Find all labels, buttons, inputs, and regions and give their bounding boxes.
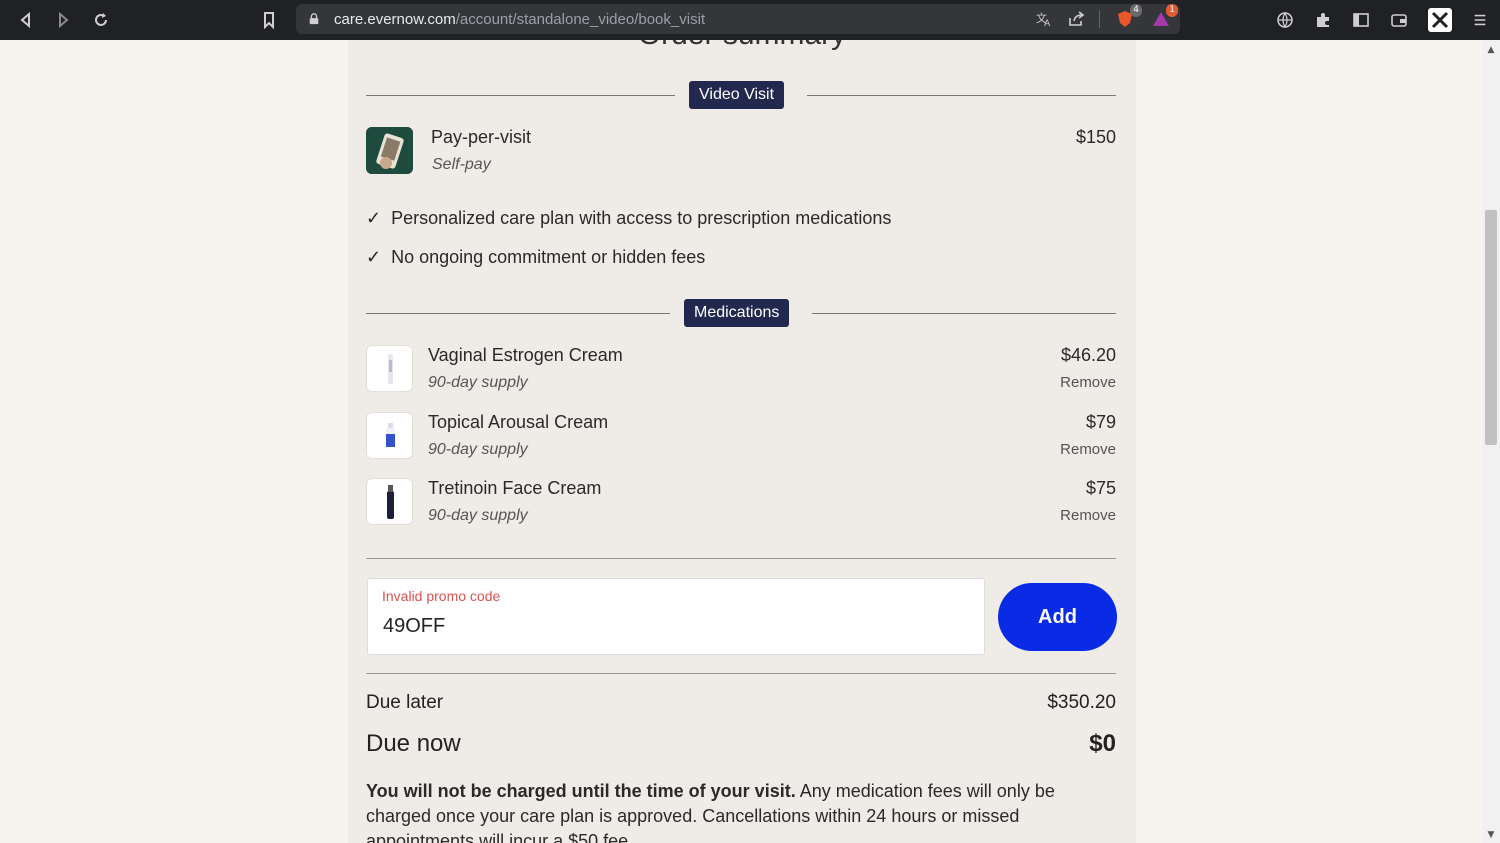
svg-text:A: A [1044,19,1051,28]
add-promo-button[interactable]: Add [998,583,1117,651]
medications-divider: Medications [366,299,1116,327]
brave-rewards-icon[interactable]: 1 [1150,4,1178,30]
visit-price: $150 [1075,127,1116,147]
medication-supply: 90-day supply [428,441,528,458]
due-later-value: $350.20 [1047,692,1116,713]
vpn-globe-icon[interactable] [1276,11,1294,29]
share-icon[interactable] [1067,10,1085,28]
medication-name: Topical Arousal Cream [428,412,609,432]
medication-supply: 90-day supply [428,374,528,391]
url-host: care.evernow.com [334,10,456,28]
address-bar[interactable]: care.evernow.com/account/standalone_vide… [296,4,1180,34]
medication-price: $46.20 [1060,345,1116,365]
medication-name: Tretinoin Face Cream [428,478,602,498]
medications-label: Medications [684,299,790,327]
browser-toolbar: care.evernow.com/account/standalone_vide… [0,0,1500,40]
due-later-label: Due later [366,692,444,713]
due-now-value: $0 [1089,730,1116,757]
divider-line-left [366,313,670,314]
bookmark-icon[interactable] [251,2,287,38]
medication-name: Vaginal Estrogen Cream [428,345,623,365]
medication-supply: 90-day supply [428,507,528,524]
divider [366,673,1116,674]
reload-icon[interactable] [83,2,119,38]
medication-price: $75 [1085,478,1116,498]
benefit-text: Personalized care plan with access to pr… [391,208,892,228]
scroll-thumb[interactable] [1485,210,1497,445]
promo-code-input[interactable] [383,615,963,638]
order-summary-card: Order summary Video Visit Pay-per-visit … [348,40,1136,843]
benefit-text: No ongoing commitment or hidden fees [391,247,706,267]
url-divider [1099,10,1100,28]
extensions-icon[interactable] [1314,11,1332,29]
translate-icon[interactable]: 文A [1035,10,1053,28]
url-text: care.evernow.com/account/standalone_vide… [334,11,705,28]
promo-error-label: Invalid promo code [382,588,501,604]
medication-item: Vaginal Estrogen Cream 90-day supply $46… [366,345,1116,395]
menu-icon[interactable] [1472,12,1488,28]
rewards-badge: 1 [1166,4,1178,17]
divider-line-left [366,95,675,96]
promo-code-field[interactable]: Invalid promo code [367,578,985,655]
visit-name: Pay-per-visit [431,127,532,147]
remove-button[interactable]: Remove [1060,507,1116,524]
sidebar-icon[interactable] [1352,11,1370,29]
medication-item: Topical Arousal Cream 90-day supply $79 … [366,412,1116,462]
billing-note: You will not be charged until the time o… [366,779,1116,843]
due-now-row: Due now $0 [366,730,1116,762]
brave-badge: 4 [1130,4,1142,17]
lock-icon [308,12,322,26]
tretinoin-thumbnail [366,478,413,525]
benefit-item: ✓ Personalized care plan with access to p… [366,208,891,229]
topical-arousal-thumbnail [366,412,413,459]
scroll-up-arrow-icon[interactable]: ▲ [1482,42,1500,58]
due-later-row: Due later $350.20 [366,692,1116,716]
video-visit-divider: Video Visit [366,81,1116,109]
visit-sub: Self-pay [432,156,491,173]
medication-item: Tretinoin Face Cream 90-day supply $75 R… [366,478,1116,528]
medication-price: $79 [1085,412,1116,432]
scroll-down-arrow-icon[interactable]: ▼ [1482,827,1500,843]
profile-avatar-icon[interactable] [1428,8,1452,32]
order-summary-heading: Order summary [348,40,1136,52]
back-icon[interactable] [8,2,44,38]
benefit-item: ✓ No ongoing commitment or hidden fees [366,247,705,268]
vaginal-estrogen-thumbnail [366,345,413,392]
divider-line-right [807,95,1116,96]
video-visit-label: Video Visit [689,81,785,109]
check-icon: ✓ [366,208,382,228]
divider-line-right [812,313,1116,314]
forward-icon[interactable] [45,2,81,38]
visit-thumbnail [366,127,413,174]
check-icon: ✓ [366,247,382,267]
remove-button[interactable]: Remove [1060,374,1116,391]
visit-item: Pay-per-visit Self-pay $150 [366,127,1116,177]
brave-shields-icon[interactable]: 4 [1114,4,1142,30]
page-body: Order summary Video Visit Pay-per-visit … [0,40,1482,843]
billing-note-bold: You will not be charged until the time o… [366,781,796,801]
divider [366,558,1116,559]
remove-button[interactable]: Remove [1060,441,1116,458]
wallet-icon[interactable] [1390,11,1408,29]
due-now-label: Due now [366,730,461,757]
page-scrollbar[interactable]: ▲ ▼ [1482,40,1500,843]
url-path: /account/standalone_video/book_visit [455,10,706,28]
